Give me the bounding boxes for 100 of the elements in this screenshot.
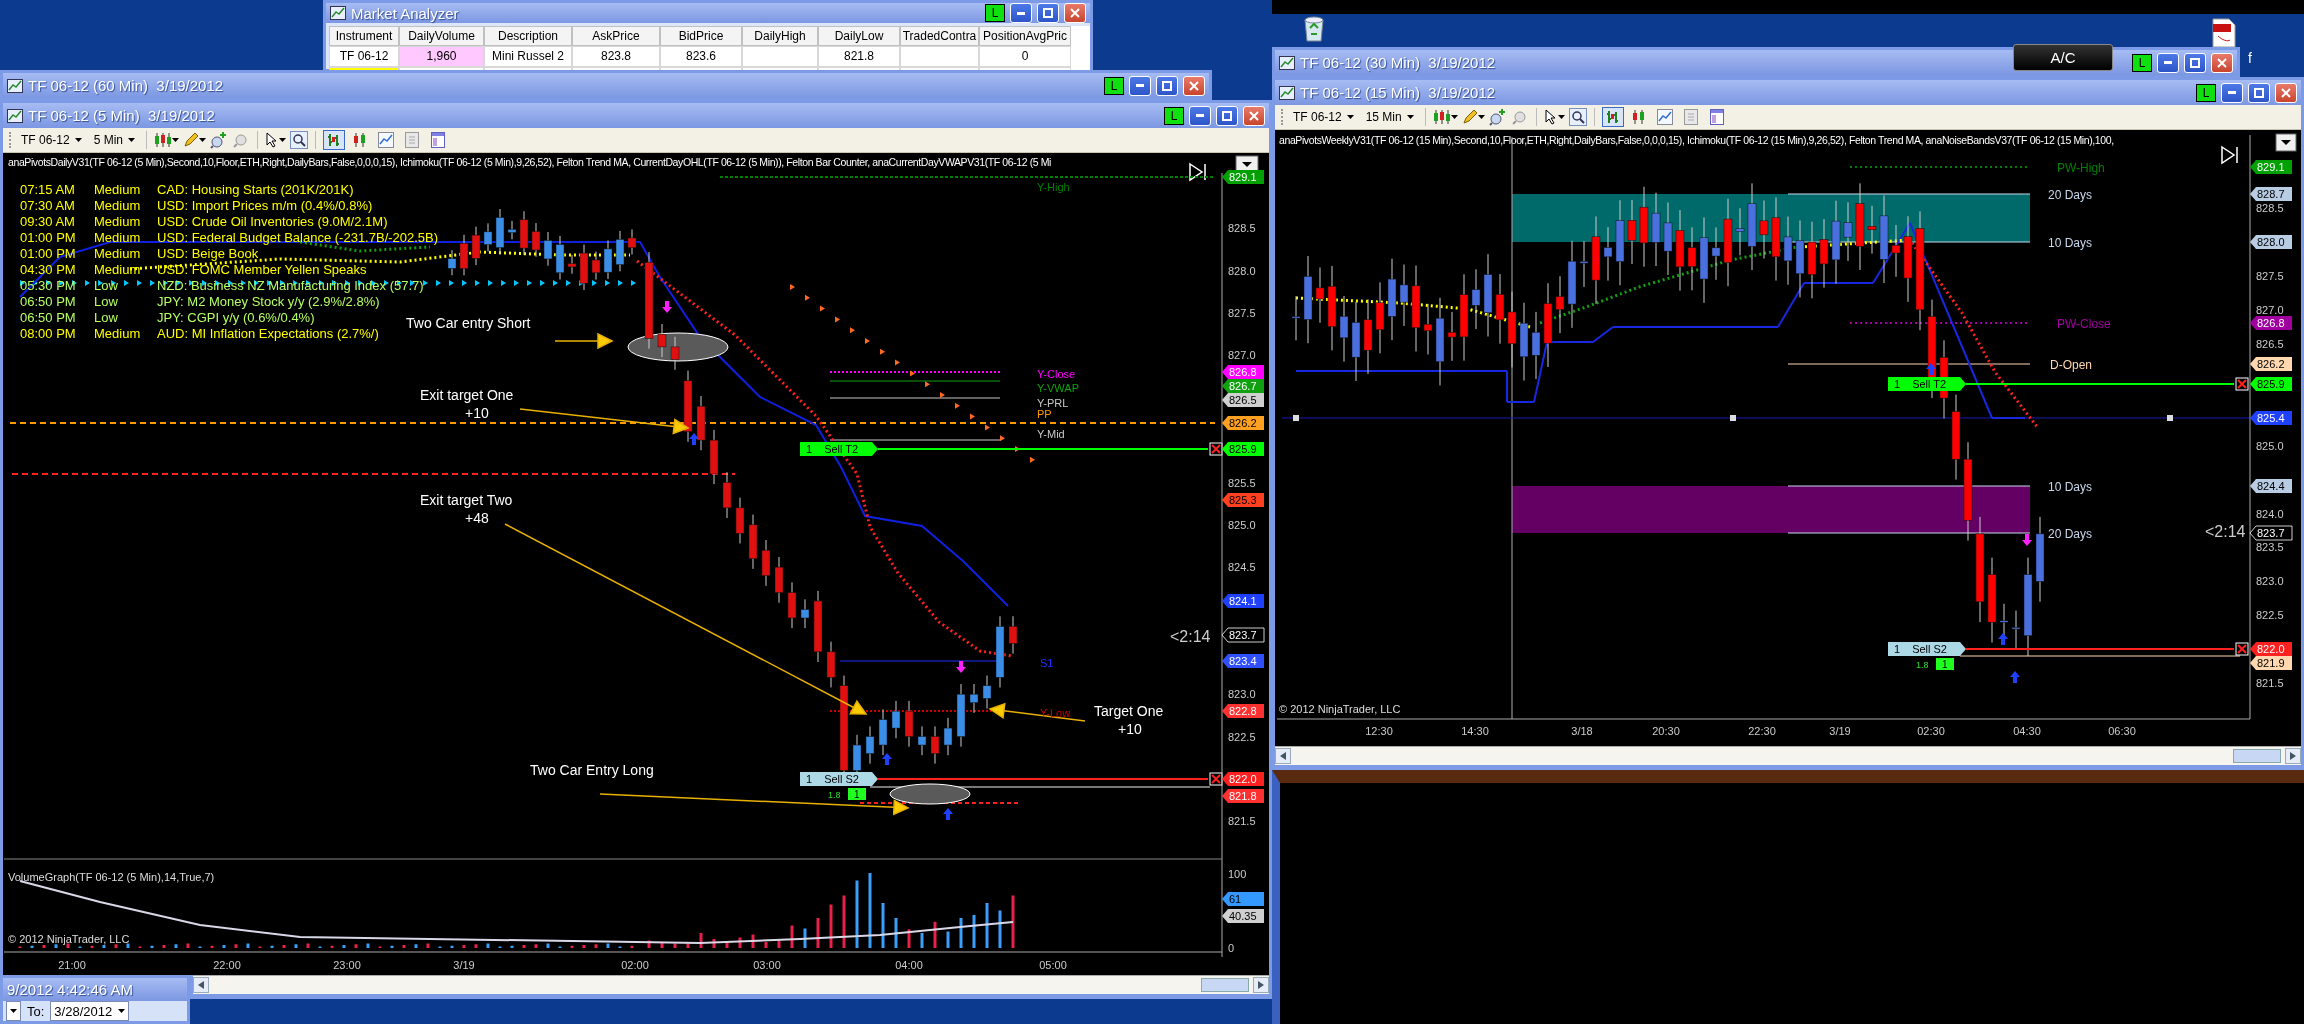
event-impact: Medium [94, 198, 141, 213]
level-label: PW-Close [2057, 317, 2111, 331]
ac-button[interactable]: A/C [2013, 44, 2113, 71]
event-name: USD: FOMC Member Yellen Speaks [157, 262, 367, 277]
indicator-list: anaPivotsWeeklyV31(TF 06-12 (15 Min),Second,10,Floor,ETH,Right,DailyBars,False,0,0,0,15), Ichimoku(TF 06-12 (15 Min),9,26,52), Felton Trend MA, anaNoiseBandsV37(TF 06-12 (15 Min),100, [1279, 134, 2114, 146]
date-dropdown[interactable]: 3/28/2012 [50, 1001, 130, 1021]
price-marker: 824.1 [1222, 594, 1264, 608]
indicator-list: anaPivotsDailyV31(TF 06-12 (5 Min),Second,10,Floor,ETH,Right,DailyBars,False,0,0,0,15), Ichimoku(TF 06-12 (5 Min),9,26,52), Felton Trend MA, CurrentDayOHL(TF 06-12 (5 Min)), Felton Bar Counter, anaCurrentDayVWAPV31(TF 06-12 (5 Mi [8, 156, 1052, 168]
event-impact: Medium [94, 182, 141, 197]
annotation-label: +10 [1118, 721, 1142, 737]
field-label: To: [27, 1003, 45, 1019]
link-button[interactable]: L [985, 4, 1005, 22]
interval-dropdown[interactable]: 5 Min [89, 132, 140, 148]
column-header[interactable]: DailyHigh [742, 26, 818, 46]
link-button[interactable]: L [2196, 83, 2216, 102]
price-marker: 825.3 [1222, 493, 1264, 507]
annotation-label: Exit target One [420, 387, 514, 403]
instrument-dropdown[interactable]: TF 06-12 [17, 132, 86, 148]
axis-tick-label: 827.0 [1228, 349, 1256, 361]
link-button[interactable]: L [2132, 53, 2152, 72]
price-marker: 825.9 [2250, 377, 2292, 391]
price-marker: 822.8 [1222, 704, 1264, 718]
level-label: PW-High [2057, 161, 2105, 175]
time-axis-label: 02:00 [621, 959, 649, 971]
window-title: TF 06-12 (15 Min) 3/19/2012 [1300, 84, 1496, 101]
panel-title: VolumeGraph(TF 06-12 (5 Min),14,True,7) [8, 871, 215, 883]
level-label: Y-High [1037, 181, 1070, 193]
column-header[interactable]: PositionAvgPric [979, 26, 1071, 46]
column-header[interactable]: TradedContra [900, 26, 979, 46]
event-time: 07:15 AM [20, 182, 75, 197]
time-axis-label: 3/18 [1571, 725, 1593, 737]
event-time: 09:30 AM [20, 214, 75, 229]
instrument-dropdown[interactable]: TF 06-12 [1289, 109, 1358, 125]
window-title: TF 06-12 (5 Min) 3/19/2012 [28, 107, 215, 124]
interval-dropdown[interactable]: 15 Min [1361, 109, 1418, 125]
level-label: Y-Close [1037, 368, 1076, 380]
axis-tick-label: 821.5 [2256, 677, 2284, 689]
table-cell: 0 [979, 46, 1071, 67]
fill-quantity: 1 [1936, 658, 1954, 670]
price-marker: 821.8 [1222, 789, 1264, 803]
column-header[interactable]: Instrument [329, 26, 399, 46]
event-time: 07:30 AM [20, 198, 75, 213]
price-marker: 829.1 [1222, 170, 1264, 184]
axis-tick-label: 821.5 [1228, 815, 1256, 827]
price-marker: 826.7 [1222, 379, 1264, 393]
price-marker: 826.8 [2250, 316, 2292, 330]
column-header[interactable]: AskPrice [572, 26, 660, 46]
price-marker: 826.8 [1222, 365, 1264, 379]
time-axis-label: 20:30 [1652, 725, 1680, 737]
price-marker: 61 [1222, 892, 1264, 906]
price-marker: 826.2 [1222, 416, 1264, 430]
axis-tick-label: 825.0 [2256, 440, 2284, 452]
time-axis-label: 21:00 [58, 959, 86, 971]
axis-tick-label: 828.5 [1228, 222, 1256, 234]
event-name: NZD: Business NZ Manufacturing Index (57.7) [157, 278, 424, 293]
event-name: USD: Beige Book [157, 246, 259, 261]
event-name: JPY: M2 Money Stock y/y (2.9%/2.8%) [157, 294, 380, 309]
event-name: CAD: Housing Starts (201K/201K) [157, 182, 354, 197]
link-button[interactable]: L [1164, 106, 1184, 125]
column-header[interactable]: DailyLow [818, 26, 900, 46]
axis-tick-label: 825.0 [1228, 519, 1256, 531]
axis-tick-label: 827.5 [2256, 270, 2284, 282]
price-marker: 826.2 [2250, 357, 2292, 371]
event-impact: Medium [94, 246, 141, 261]
event-time: 08:00 PM [20, 326, 76, 341]
order-tag[interactable]: 1 Sell S2 [1888, 642, 1966, 656]
column-header[interactable]: DailyVolume [399, 26, 484, 46]
annotation-label: Two Car Entry Long [530, 762, 654, 778]
axis-tick-label: 100 [1228, 868, 1247, 880]
order-tag[interactable]: 1 Sell T2 [1888, 377, 1966, 391]
axis-tick-label: 823.0 [2256, 575, 2284, 587]
window-title: TF 06-12 (60 Min) 3/19/2012 [28, 77, 224, 94]
time-axis-label: 06:30 [2108, 725, 2136, 737]
time-axis-label: 22:30 [1748, 725, 1776, 737]
order-tag[interactable]: 1 Sell S2 [800, 772, 878, 786]
column-header[interactable]: BidPrice [660, 26, 742, 46]
annotation-label: Two Car entry Short [406, 315, 531, 331]
bar-timer: <2:14 [2205, 523, 2246, 540]
fill-quantity: 1 [848, 788, 866, 800]
time-axis-label: 04:30 [2013, 725, 2041, 737]
event-impact: Medium [94, 326, 141, 341]
window-title: TF 06-12 (30 Min) 3/19/2012 [1300, 54, 1496, 71]
axis-tick-label: 0 [1228, 942, 1235, 954]
link-button[interactable]: L [1104, 76, 1124, 95]
level-label: Y-VWAP [1037, 382, 1079, 394]
window-title: Market Analyzer [351, 4, 459, 22]
column-header[interactable]: Description [484, 26, 572, 46]
price-marker: 828.0 [2250, 235, 2292, 249]
axis-tick-label: 822.5 [2256, 609, 2284, 621]
order-tag[interactable]: 1 Sell T2 [800, 442, 878, 456]
fill-price: 1.8 [1916, 660, 1929, 670]
event-time: 06:50 PM [20, 310, 76, 325]
price-marker: 821.9 [2250, 656, 2292, 670]
fill-price: 1.8 [828, 790, 841, 800]
table-cell: 1,960 [399, 46, 484, 67]
event-impact: Medium [94, 262, 141, 277]
price-marker: 829.1 [2250, 160, 2292, 174]
level-label: Y-Low [1040, 707, 1071, 719]
time-axis-label: 22:00 [213, 959, 241, 971]
price-marker: 823.4 [1222, 654, 1264, 668]
